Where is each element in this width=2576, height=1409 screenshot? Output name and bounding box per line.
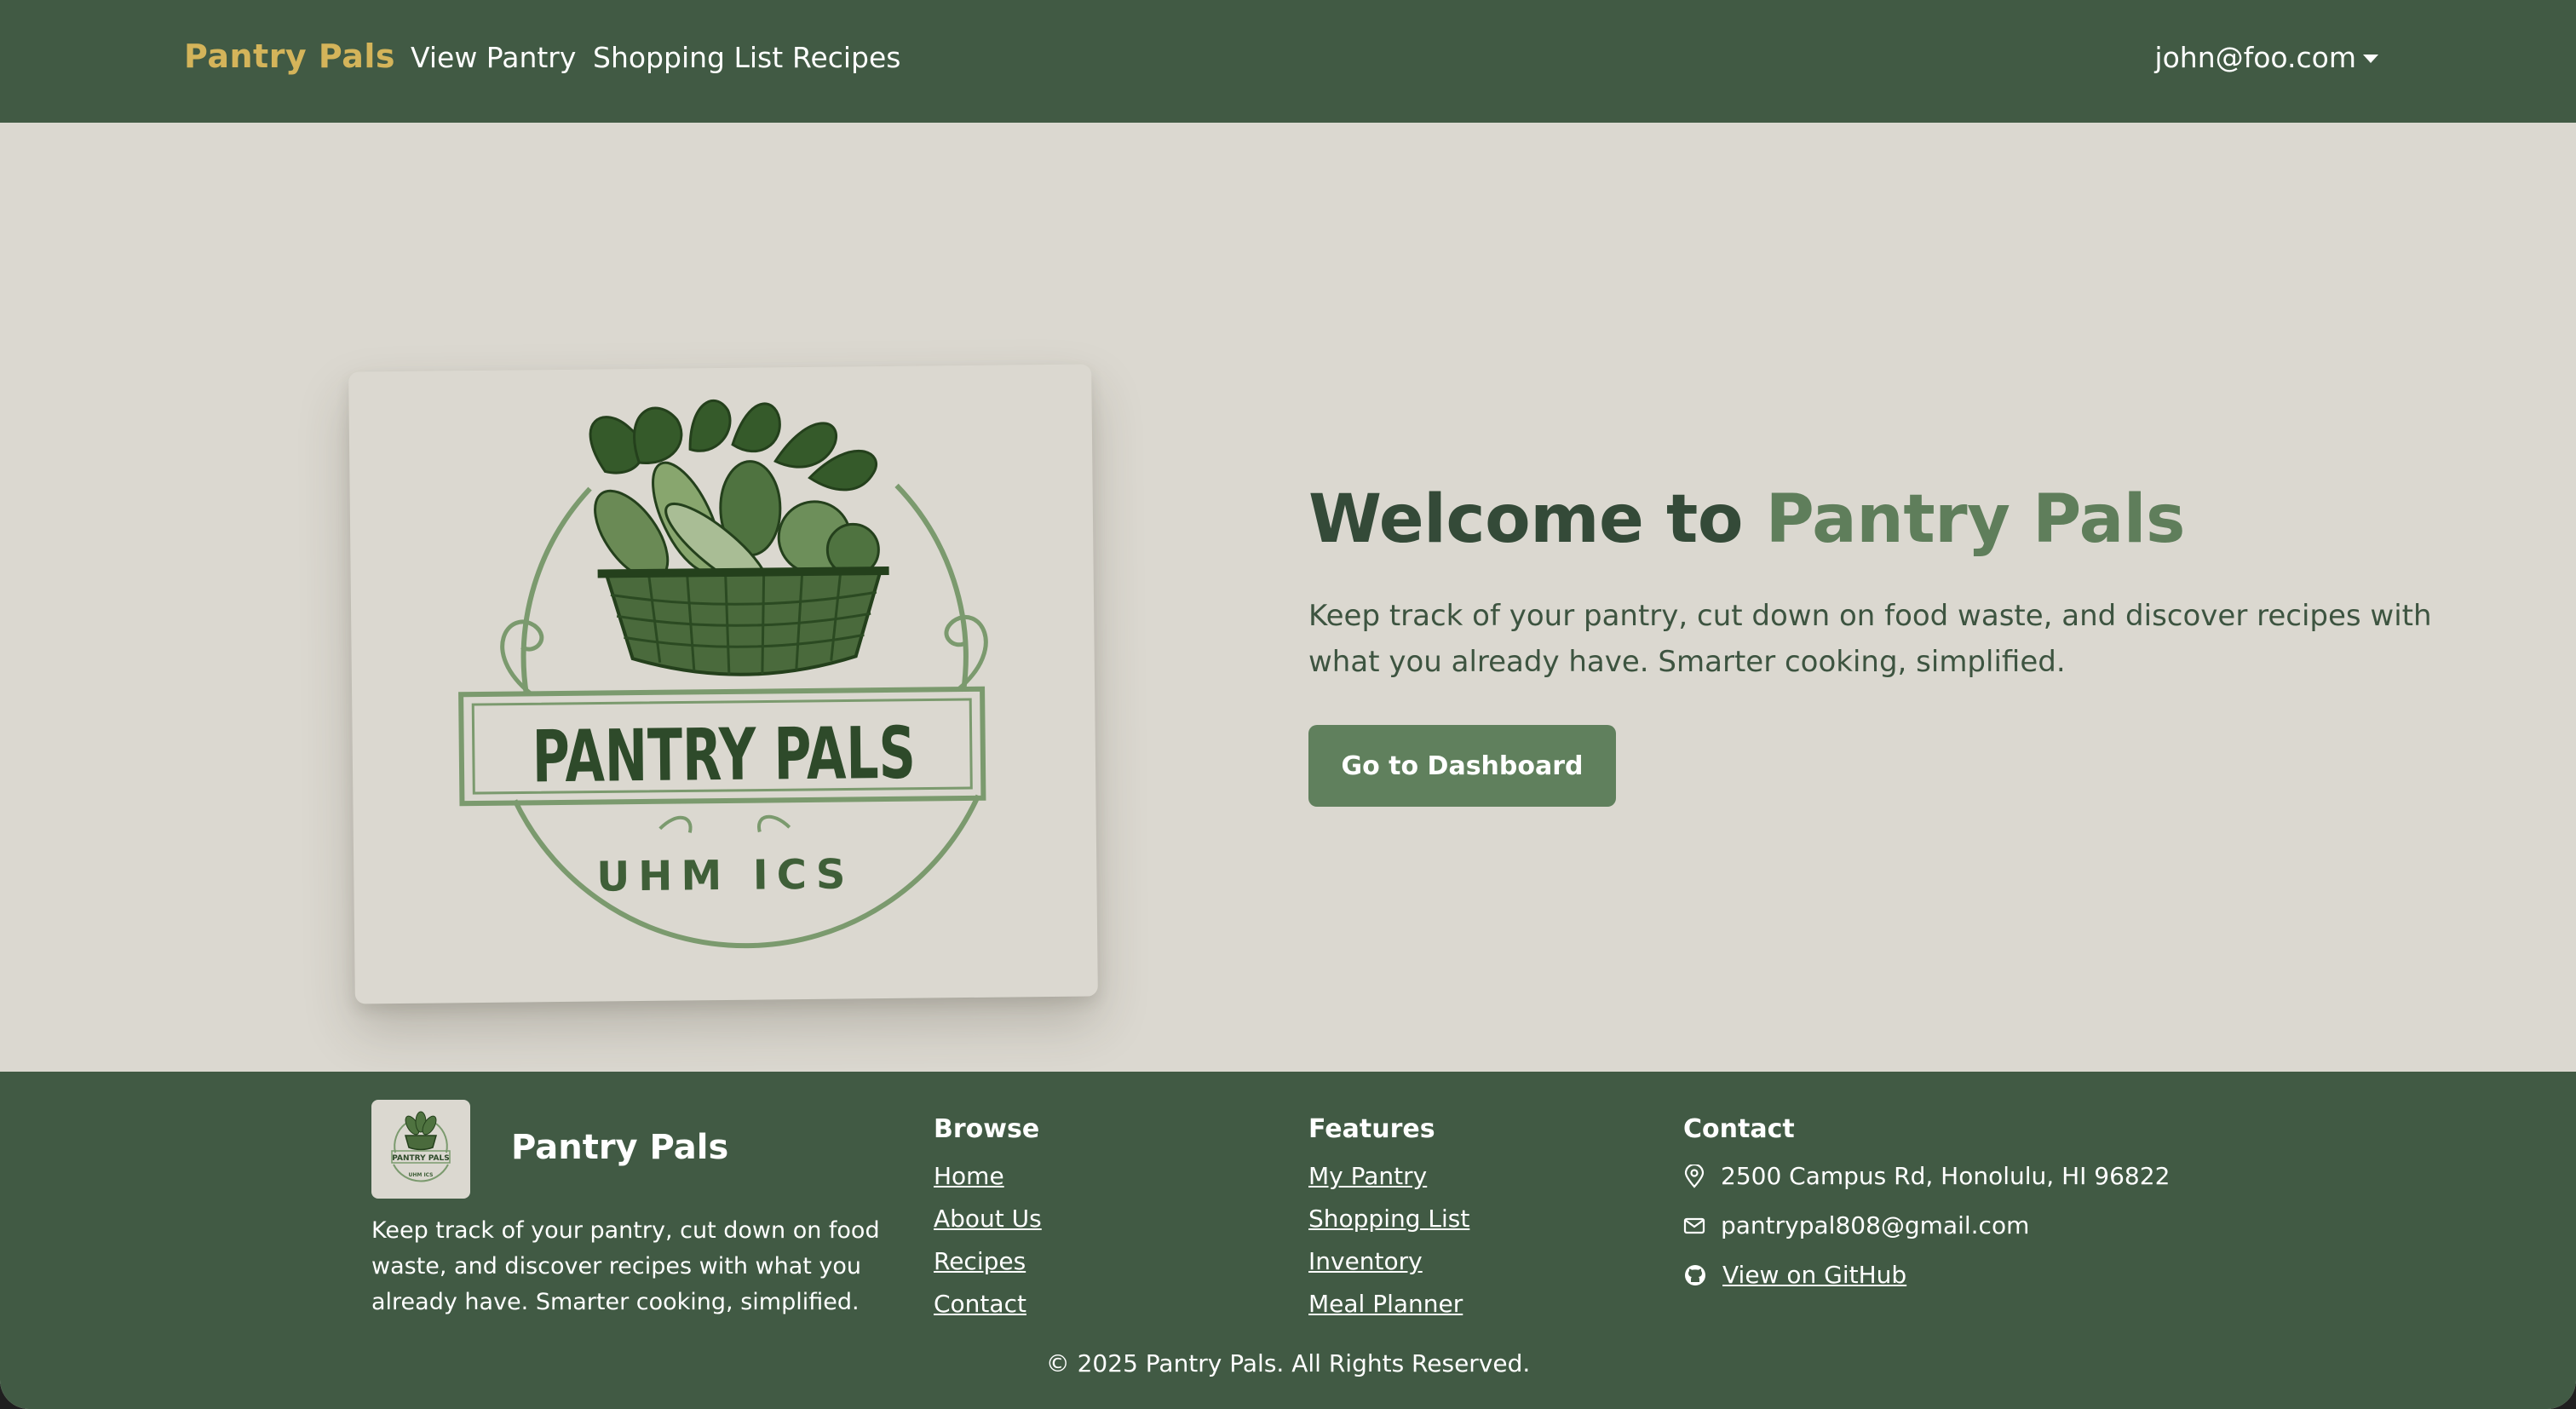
user-email: john@foo.com: [2154, 41, 2356, 74]
github-icon: [1685, 1264, 1705, 1285]
footer-features-title: Features: [1308, 1114, 1435, 1144]
hero-title: Welcome to Pantry Pals: [1308, 481, 2185, 558]
footer-link-github[interactable]: View on GitHub: [1722, 1261, 1906, 1289]
footer-address-text: 2500 Campus Rd, Honolulu, HI 96822: [1721, 1162, 2171, 1190]
footer-contact-email: pantrypal808@gmail.com: [1683, 1211, 2029, 1239]
navbar: Pantry Pals View Pantry Shopping List Re…: [0, 0, 2576, 123]
footer: PANTRY PALS UHM ICS Pantry Pals Keep tra…: [0, 1072, 2576, 1409]
footer-logo-subtitle: UHM ICS: [408, 1172, 433, 1178]
hero-subtitle: Keep track of your pantry, cut down on f…: [1308, 599, 2432, 679]
footer-link-shopping-list[interactable]: Shopping List: [1308, 1205, 1469, 1233]
navbar-brand[interactable]: Pantry Pals: [184, 37, 395, 75]
footer-brand: Pantry Pals: [511, 1128, 729, 1167]
footer-link-home[interactable]: Home: [934, 1162, 1004, 1190]
footer-browse-title: Browse: [934, 1114, 1040, 1144]
footer-logo-title: PANTRY PALS: [392, 1154, 449, 1163]
logo-title: PANTRY PALS: [532, 711, 916, 799]
nav-link-recipes[interactable]: Recipes: [792, 41, 901, 74]
hero-title-accent: Pantry Pals: [1765, 481, 2186, 558]
hero-title-prefix: Welcome to: [1308, 481, 1766, 558]
nav-link-view-pantry[interactable]: View Pantry: [411, 41, 576, 74]
nav-link-shopping-list[interactable]: Shopping List: [593, 41, 783, 74]
logo-subtitle: UHM ICS: [596, 850, 854, 900]
footer-contact-address: 2500 Campus Rd, Honolulu, HI 96822: [1683, 1162, 2170, 1190]
footer-description: Keep track of your pantry, cut down on f…: [371, 1217, 880, 1315]
footer-logo: PANTRY PALS UHM ICS: [371, 1100, 470, 1199]
footer-link-inventory[interactable]: Inventory: [1308, 1247, 1423, 1275]
footer-logo-image: PANTRY PALS UHM ICS: [391, 1111, 451, 1182]
footer-contact-github: View on GitHub: [1683, 1261, 1906, 1289]
pantry-pals-logo: PANTRY PALS UHM ICS: [458, 400, 988, 949]
go-to-dashboard-button[interactable]: Go to Dashboard: [1308, 725, 1616, 807]
footer-contact-title: Contact: [1683, 1114, 1795, 1144]
hero-logo-card: PANTRY PALS UHM ICS: [348, 364, 1098, 1004]
footer-link-contact[interactable]: Contact: [934, 1290, 1026, 1318]
footer-link-recipes[interactable]: Recipes: [934, 1247, 1026, 1275]
footer-link-about-us[interactable]: About Us: [934, 1205, 1042, 1233]
user-dropdown[interactable]: john@foo.com: [2154, 41, 2378, 74]
footer-link-meal-planner[interactable]: Meal Planner: [1308, 1290, 1463, 1318]
map-pin-icon: [1684, 1164, 1705, 1188]
app-window: Pantry Pals View Pantry Shopping List Re…: [0, 0, 2576, 1409]
footer-email-text: pantrypal808@gmail.com: [1721, 1211, 2030, 1239]
caret-down-icon: [2363, 54, 2378, 63]
footer-link-my-pantry[interactable]: My Pantry: [1308, 1162, 1427, 1190]
footer-copyright: © 2025 Pantry Pals. All Rights Reserved.: [1045, 1349, 1531, 1377]
envelope-icon: [1683, 1217, 1705, 1234]
